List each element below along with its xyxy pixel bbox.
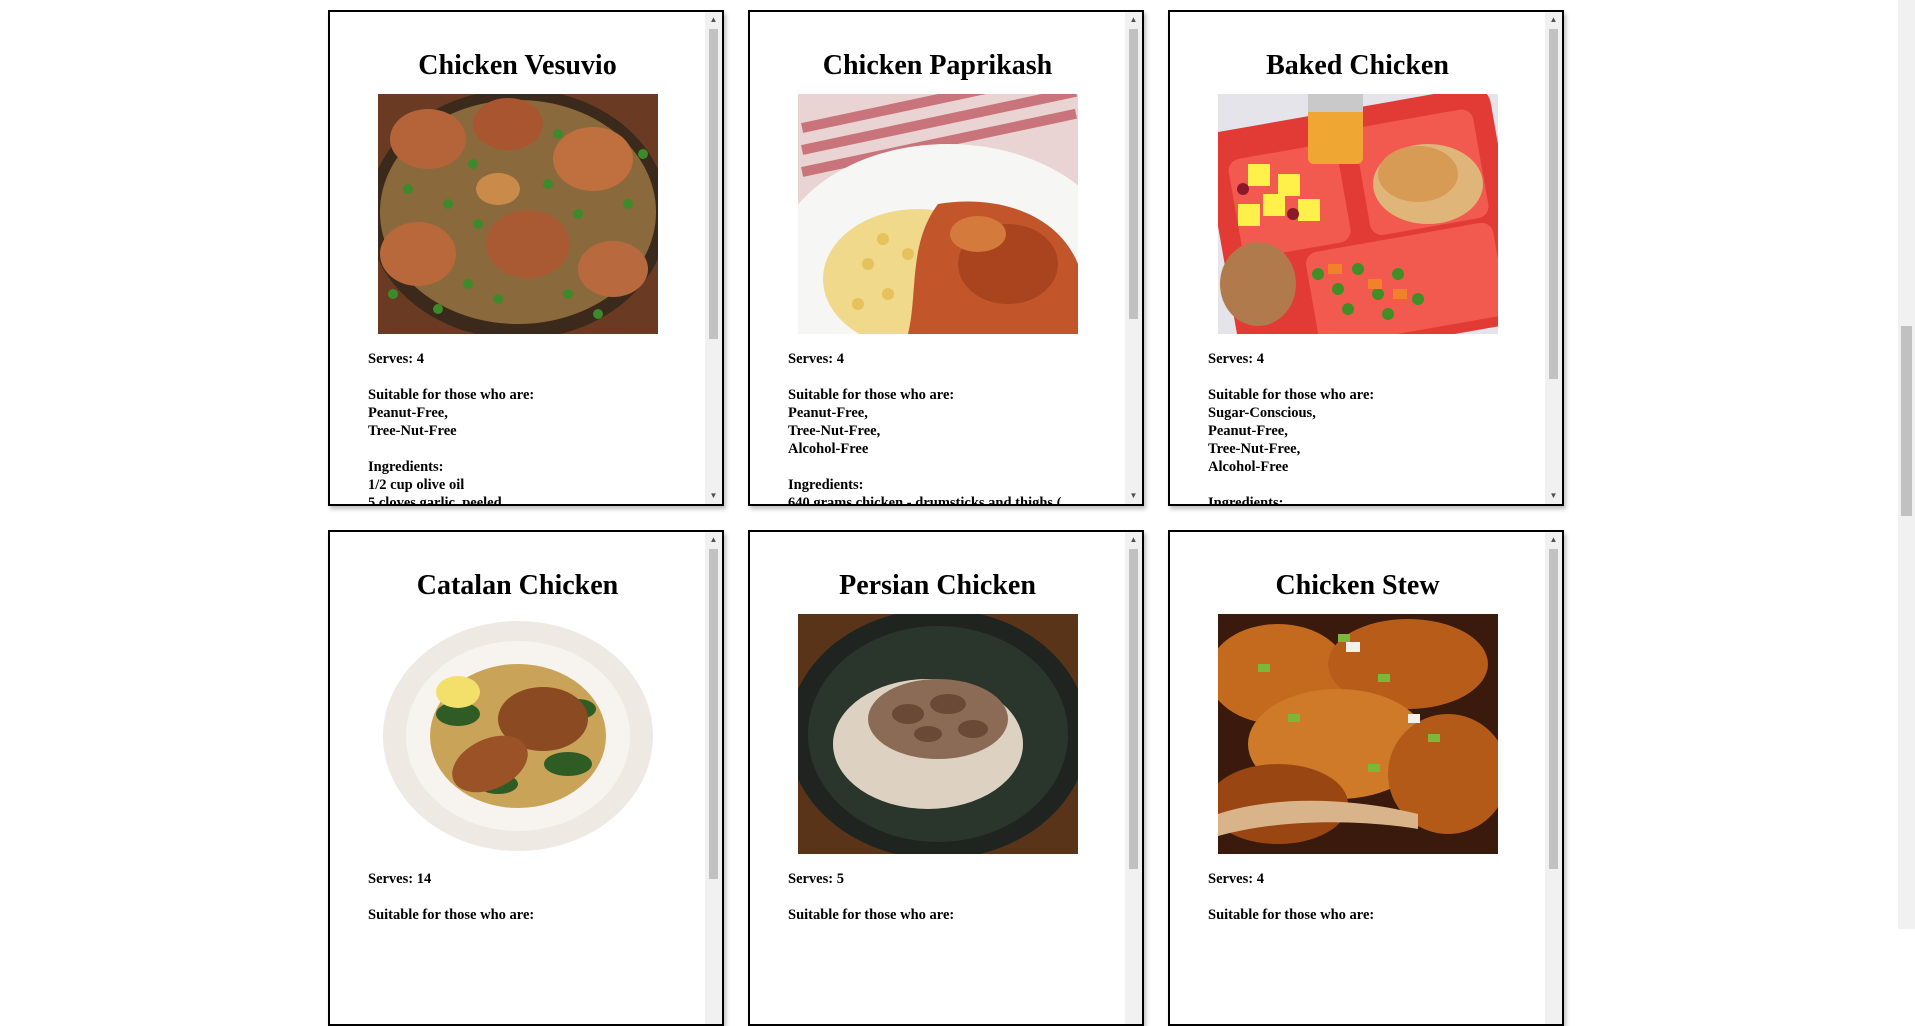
recipe-card-content[interactable]: Chicken Paprikash Serves: 4 Suitable for… (750, 12, 1125, 504)
recipe-card: Catalan Chicken Serves: 14 Suitable for … (328, 530, 724, 1026)
scroll-down-arrow-icon[interactable]: ▼ (1125, 489, 1142, 503)
chicken-stew-photo (1217, 614, 1498, 855)
diet-label: Sugar-Conscious, (1208, 405, 1316, 422)
ingredients-heading: Ingredients: (788, 477, 864, 494)
card-scrollbar[interactable]: ▲ (705, 532, 722, 1024)
scroll-up-arrow-icon[interactable]: ▲ (1545, 13, 1562, 27)
suitable-heading: Suitable for those who are: (1208, 387, 1375, 404)
recipe-card: Baked Chicken Serves: 4 Suitable for tho… (1168, 10, 1564, 506)
recipe-serves: Serves: 4 (1208, 351, 1264, 368)
ingredient-line: 5 cloves garlic, peeled (368, 495, 502, 504)
scroll-up-arrow-icon[interactable]: ▲ (705, 533, 722, 547)
ingredients-heading: Ingredients: (1208, 495, 1284, 504)
recipe-title: Persian Chicken (839, 570, 1036, 601)
page-scrollbar[interactable] (1898, 0, 1915, 929)
card-scrollbar[interactable]: ▲ ▼ (1545, 12, 1562, 504)
diet-label: Peanut-Free, (368, 405, 448, 422)
card-scrollbar[interactable]: ▲ ▼ (1125, 12, 1142, 504)
recipe-serves: Serves: 4 (368, 351, 424, 368)
chicken-vesuvio-photo (377, 94, 658, 335)
card-scrollbar-thumb[interactable] (709, 549, 718, 879)
recipe-title: Chicken Paprikash (822, 50, 1053, 81)
ingredient-line: 640 grams chicken - drumsticks and thigh… (788, 495, 1062, 504)
card-scrollbar[interactable]: ▲ (1545, 532, 1562, 1024)
scroll-down-arrow-icon[interactable]: ▼ (705, 489, 722, 503)
scroll-up-arrow-icon[interactable]: ▲ (705, 13, 722, 27)
recipe-card: Chicken Paprikash Serves: 4 Suitable for… (748, 10, 1144, 506)
recipe-card: Chicken Stew Serves: 4 Suitable for thos… (1168, 530, 1564, 1026)
card-scrollbar-thumb[interactable] (1549, 549, 1558, 869)
diet-label: Tree-Nut-Free, (1208, 441, 1301, 458)
baked-chicken-tray-photo (1217, 94, 1498, 335)
card-scrollbar-thumb[interactable] (1129, 29, 1138, 319)
scroll-up-arrow-icon[interactable]: ▲ (1125, 533, 1142, 547)
diet-label: Tree-Nut-Free (368, 423, 457, 440)
card-scrollbar-thumb[interactable] (1129, 549, 1138, 869)
ingredient-line: 1/2 cup olive oil (368, 477, 465, 494)
suitable-heading: Suitable for those who are: (368, 387, 535, 404)
recipe-serves: Serves: 4 (1208, 871, 1264, 888)
recipe-card-content[interactable]: Chicken Stew Serves: 4 Suitable for thos… (1170, 532, 1545, 1024)
card-scrollbar-thumb[interactable] (709, 29, 718, 339)
diet-label: Peanut-Free, (1208, 423, 1288, 440)
card-scrollbar[interactable]: ▲ (1125, 532, 1142, 1024)
recipe-card-content[interactable]: Chicken Vesuvio Serves: 4 Suitable for t… (330, 12, 705, 504)
diet-label: Tree-Nut-Free, (788, 423, 881, 440)
diet-label: Alcohol-Free (788, 441, 869, 458)
catalan-chicken-photo (377, 614, 658, 855)
card-scrollbar[interactable]: ▲ ▼ (705, 12, 722, 504)
recipe-title: Chicken Stew (1275, 570, 1440, 601)
recipe-card: Chicken Vesuvio Serves: 4 Suitable for t… (328, 10, 724, 506)
diet-label: Peanut-Free, (788, 405, 868, 422)
suitable-heading: Suitable for those who are: (1208, 907, 1375, 924)
recipe-card: Persian Chicken Serves: 5 Suitable for t… (748, 530, 1144, 1026)
chicken-paprikash-photo (797, 94, 1078, 335)
recipe-card-content[interactable]: Catalan Chicken Serves: 14 Suitable for … (330, 532, 705, 1024)
recipe-serves: Serves: 4 (788, 351, 844, 368)
recipe-serves: Serves: 5 (788, 871, 844, 888)
scroll-up-arrow-icon[interactable]: ▲ (1125, 13, 1142, 27)
diet-label: Alcohol-Free (1208, 459, 1289, 476)
suitable-heading: Suitable for those who are: (788, 387, 955, 404)
recipe-title: Catalan Chicken (416, 570, 619, 601)
recipe-card-content[interactable]: Persian Chicken Serves: 5 Suitable for t… (750, 532, 1125, 1024)
card-scrollbar-thumb[interactable] (1549, 29, 1558, 379)
recipe-title: Chicken Vesuvio (418, 50, 617, 81)
suitable-heading: Suitable for those who are: (368, 907, 535, 924)
scroll-down-arrow-icon[interactable]: ▼ (1545, 489, 1562, 503)
page-scrollbar-thumb[interactable] (1901, 326, 1912, 516)
persian-chicken-photo (797, 614, 1078, 855)
scroll-up-arrow-icon[interactable]: ▲ (1545, 533, 1562, 547)
recipe-serves: Serves: 14 (368, 871, 432, 888)
recipe-title: Baked Chicken (1266, 50, 1449, 81)
suitable-heading: Suitable for those who are: (788, 907, 955, 924)
ingredients-heading: Ingredients: (368, 459, 444, 476)
recipe-card-content[interactable]: Baked Chicken Serves: 4 Suitable for tho… (1170, 12, 1545, 504)
